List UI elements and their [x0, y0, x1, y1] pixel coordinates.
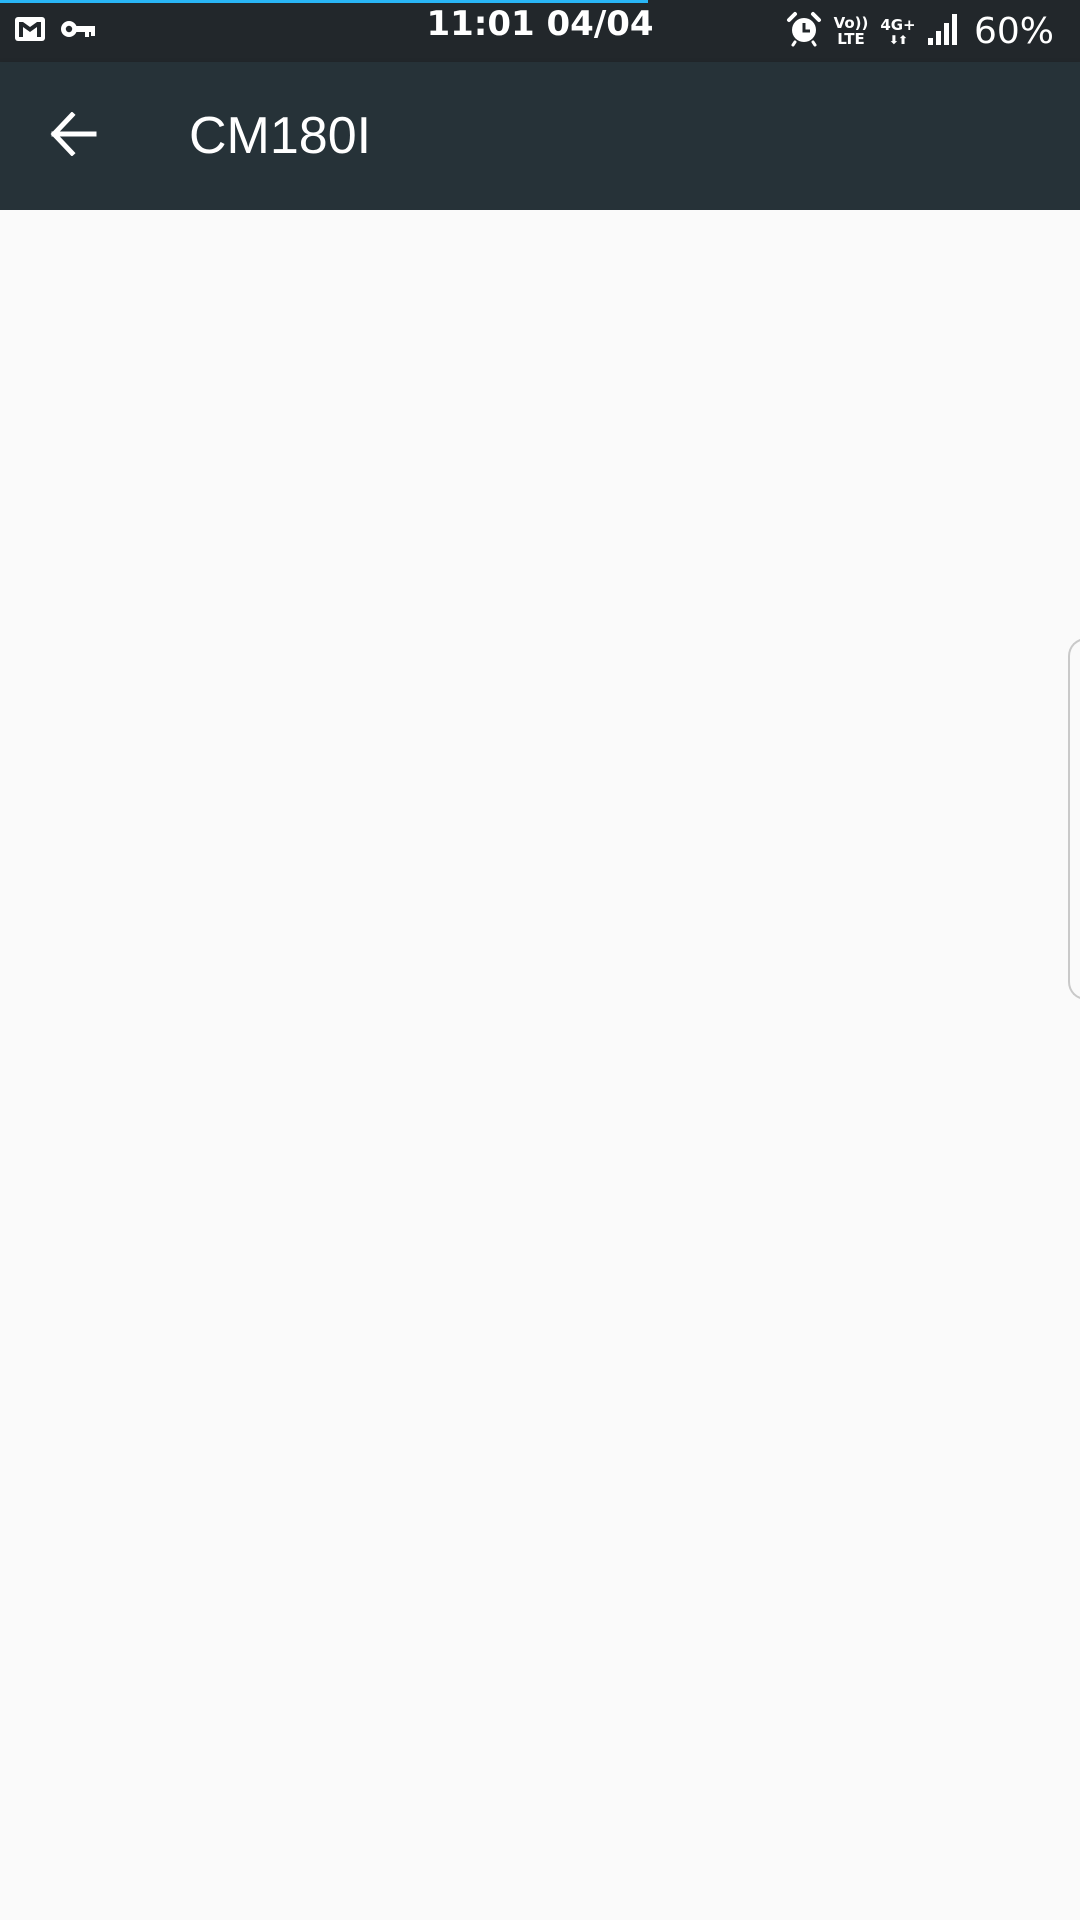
- back-button[interactable]: [30, 102, 118, 170]
- battery-percentage: 60%: [973, 10, 1054, 52]
- page-load-progress-fill: [0, 0, 648, 3]
- volte-top-label: Vo)): [833, 14, 869, 32]
- 4g-plus-icon: 4G+ ⬇⬆: [880, 16, 916, 46]
- volte-bottom-label: LTE: [837, 30, 865, 48]
- network-type-label: 4G+: [880, 16, 916, 34]
- status-bar: 11:01 04/04 Vo)) LTE 4G+ ⬇⬆ 60%: [0, 0, 1080, 62]
- content-area: [0, 210, 1080, 1920]
- clock-time: 11:01: [426, 4, 535, 44]
- app-bar: CM180I: [0, 62, 1080, 210]
- back-arrow-icon: [50, 110, 98, 161]
- signal-icon: [926, 12, 960, 51]
- page-title: CM180I: [189, 107, 372, 165]
- alarm-icon: [786, 11, 822, 52]
- page-load-progress: [0, 0, 1080, 3]
- volte-icon: Vo)) LTE: [832, 15, 870, 47]
- clock-date: 04/04: [546, 4, 654, 44]
- system-icons: Vo)) LTE 4G+ ⬇⬆ 60%: [786, 10, 1054, 52]
- data-activity-arrows: ⬇⬆: [888, 33, 908, 47]
- screen: 11:01 04/04 Vo)) LTE 4G+ ⬇⬆ 60% CM180I: [0, 0, 1080, 1920]
- edge-panel-handle[interactable]: [1068, 638, 1080, 1000]
